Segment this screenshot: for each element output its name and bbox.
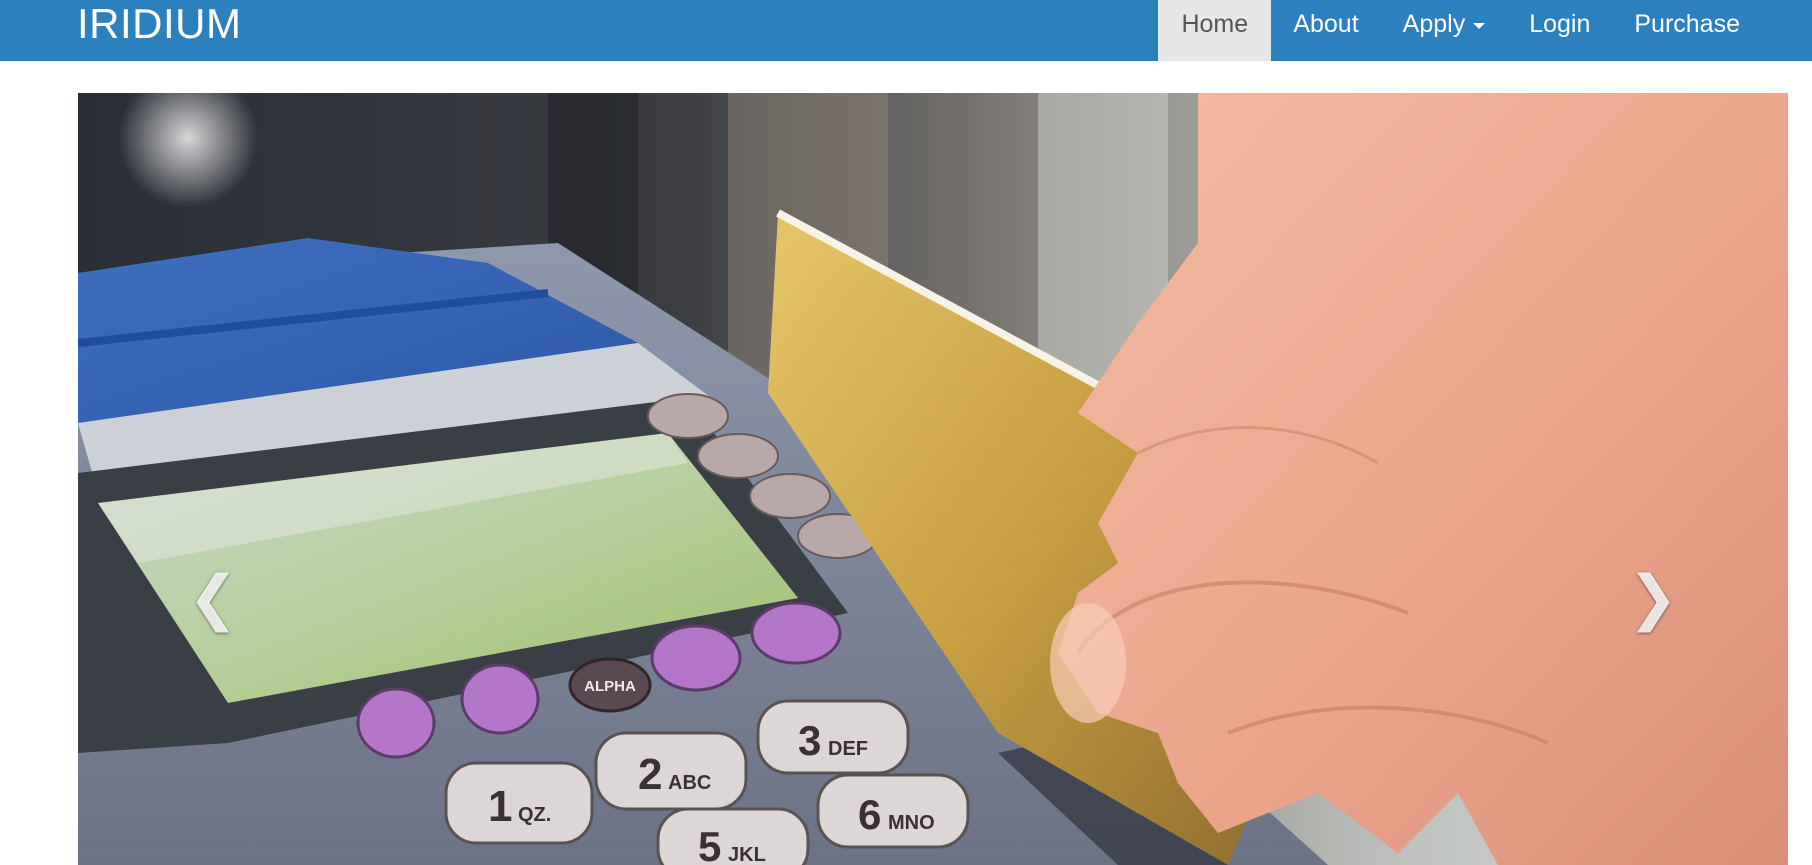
- key-6-num: 6: [858, 791, 881, 838]
- caret-down-icon: [1473, 23, 1486, 29]
- nav-about-label: About: [1293, 10, 1359, 38]
- chevron-left-icon: ❮: [188, 563, 239, 633]
- brand-logo-link[interactable]: IRIDIUM: [77, 1, 242, 47]
- key-6-letters: MNO: [888, 812, 935, 834]
- carousel-next-button[interactable]: ❯: [1588, 93, 1788, 865]
- nav-apply-label: Apply: [1402, 10, 1466, 38]
- nav-about[interactable]: About: [1271, 0, 1380, 61]
- nav-home-label: Home: [1181, 10, 1249, 38]
- key-2-num: 2: [638, 750, 662, 799]
- key-1-num: 1: [488, 782, 512, 831]
- nav-login-label: Login: [1529, 10, 1591, 38]
- nav-home[interactable]: Home: [1158, 0, 1272, 61]
- hero-carousel: ALPHA 1 QZ. 2 ABC 3 DEF 5 JKL 6 MNO ❮ ❯: [78, 93, 1788, 865]
- nav-login[interactable]: Login: [1507, 0, 1612, 61]
- key-2-letters: ABC: [668, 772, 711, 794]
- keypad-alpha-label: ALPHA: [584, 678, 636, 695]
- chevron-right-icon: ❯: [1627, 563, 1678, 633]
- nav-purchase-label: Purchase: [1634, 10, 1740, 38]
- main-nav: Home About Apply Login Purchase: [1158, 0, 1812, 61]
- key-5-num: 5: [698, 823, 721, 865]
- key-1-letters: QZ.: [518, 804, 551, 826]
- nav-purchase[interactable]: Purchase: [1612, 0, 1762, 61]
- key-3-num: 3: [798, 717, 821, 764]
- key-3-letters: DEF: [828, 738, 868, 760]
- nav-apply-dropdown[interactable]: Apply: [1381, 0, 1508, 61]
- top-navbar: IRIDIUM Home About Apply Login Purchase: [0, 0, 1812, 61]
- carousel-prev-button[interactable]: ❮: [78, 93, 278, 865]
- key-5-letters: JKL: [728, 844, 766, 865]
- carousel-slide-image: ALPHA 1 QZ. 2 ABC 3 DEF 5 JKL 6 MNO: [78, 93, 1788, 865]
